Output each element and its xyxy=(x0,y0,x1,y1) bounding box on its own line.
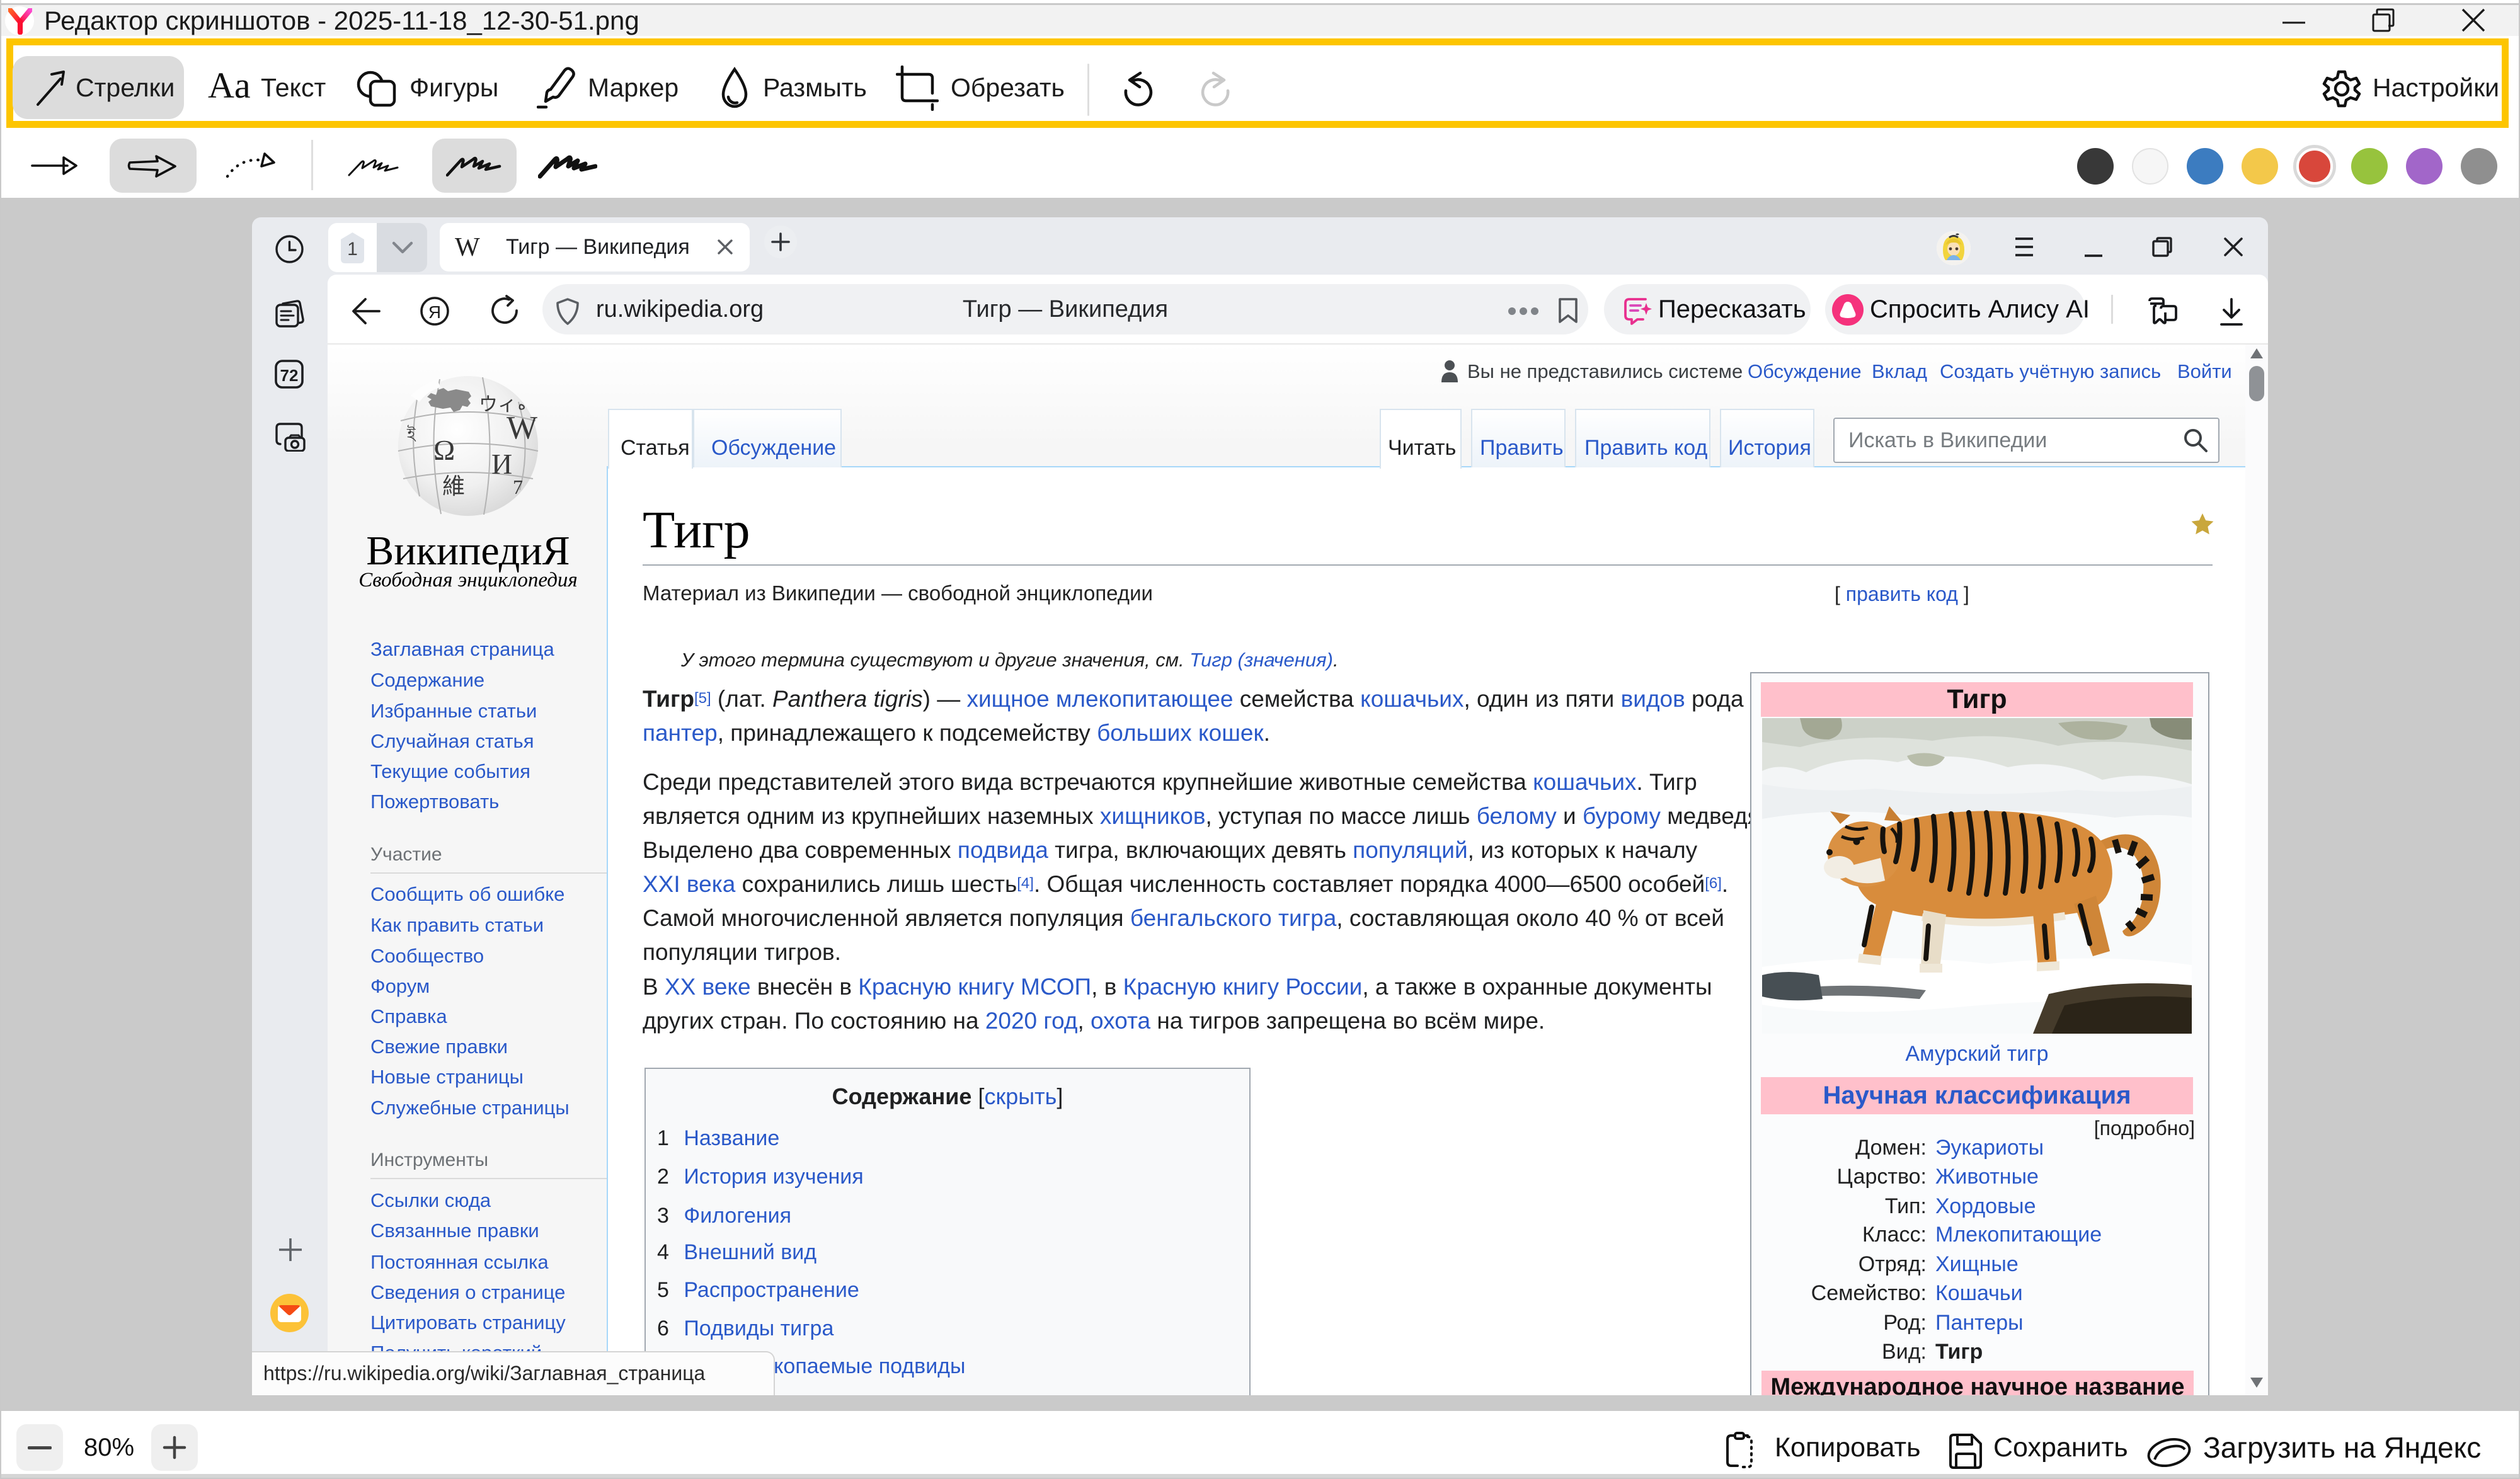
svg-text:Я: Я xyxy=(428,302,441,322)
svg-text:1: 1 xyxy=(347,239,358,260)
svg-text:維: 維 xyxy=(442,474,465,499)
svg-text:Ω: Ω xyxy=(433,434,455,466)
svg-text:ই: ই xyxy=(406,425,416,443)
svg-text:И: И xyxy=(491,448,512,480)
svg-text:W: W xyxy=(507,410,537,446)
svg-text:7: 7 xyxy=(513,476,523,498)
svg-text:ウィ: ウィ xyxy=(479,394,517,415)
svg-text:72: 72 xyxy=(280,366,299,385)
svg-text:ه: ه xyxy=(518,397,526,413)
